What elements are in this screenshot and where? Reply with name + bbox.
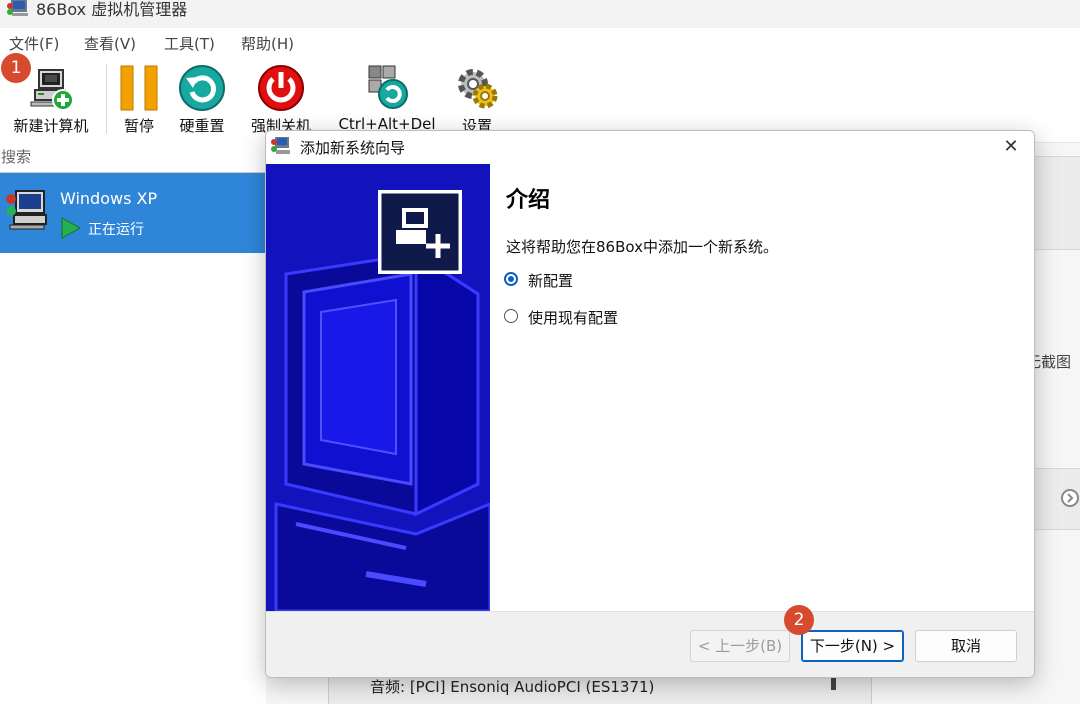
ctrl-alt-del-icon — [368, 65, 408, 109]
menu-file[interactable]: 文件(F) — [9, 33, 59, 54]
pause-icon — [120, 65, 158, 111]
dialog-titlebar: 添加新系统向导 ✕ — [266, 131, 1034, 163]
new-system-wizard-dialog: 添加新系统向导 ✕ 介绍 这将帮助您在86Box中添加一个新系统。 新配置 使用… — [265, 130, 1035, 678]
vm-manager-icon — [271, 137, 290, 154]
option-new-config-label: 新配置 — [528, 272, 574, 290]
cancel-button[interactable]: 取消 — [915, 630, 1017, 662]
window-title: 86Box 虚拟机管理器 — [36, 0, 188, 19]
wizard-heading: 介绍 — [506, 188, 551, 213]
back-button[interactable]: < 上一步(B) — [690, 630, 790, 662]
wizard-computer-illustration — [266, 164, 490, 611]
option-existing-config-label: 使用现有配置 — [528, 309, 619, 327]
dialog-footer: < 上一步(B) 下一步(N) > 取消 — [266, 611, 1034, 677]
vm-manager-icon — [7, 0, 28, 16]
vm-status: 正在运行 — [88, 222, 144, 238]
play-icon — [61, 217, 81, 239]
wizard-content: 介绍 这将帮助您在86Box中添加一个新系统。 新配置 使用现有配置 — [490, 164, 1034, 611]
vm-name: Windows XP — [60, 189, 158, 208]
toolbar-separator — [106, 64, 107, 134]
close-icon[interactable]: ✕ — [996, 133, 1026, 161]
dialog-title: 添加新系统向导 — [300, 139, 406, 157]
hard-reset-button[interactable]: 硬重置 — [170, 56, 234, 142]
power-icon — [258, 65, 304, 111]
hard-reset-label: 硬重置 — [179, 117, 225, 135]
radio-new-config[interactable] — [504, 272, 518, 286]
gear-icon — [458, 69, 498, 109]
menu-tools[interactable]: 工具(T) — [164, 33, 215, 54]
search-bar — [0, 142, 266, 173]
menu-view[interactable]: 查看(V) — [84, 33, 136, 54]
search-input[interactable] — [0, 145, 261, 169]
vm-computer-icon — [6, 190, 47, 230]
menu-bar: 文件(F) 查看(V) 工具(T) 帮助(H) — [0, 28, 1080, 56]
vm-list-item[interactable]: Windows XP 正在运行 — [0, 173, 266, 253]
reset-icon — [179, 65, 225, 111]
next-button[interactable]: 下一步(N) > — [801, 630, 904, 662]
radio-existing-config[interactable] — [504, 309, 518, 323]
menu-help[interactable]: 帮助(H) — [241, 33, 294, 54]
wizard-description: 这将帮助您在86Box中添加一个新系统。 — [506, 238, 778, 256]
pause-button[interactable]: 暂停 — [112, 56, 166, 142]
computer-add-icon — [30, 69, 74, 111]
vm-list: Windows XP 正在运行 — [0, 173, 266, 704]
new-vm-label: 新建计算机 — [13, 117, 89, 135]
wizard-banner — [266, 164, 490, 611]
pause-label: 暂停 — [123, 117, 154, 135]
chevron-right-icon[interactable] — [1060, 488, 1080, 508]
step-callout-2: 2 — [784, 605, 814, 635]
audio-device-text: 音频: [PCI] Ensoniq AudioPCI (ES1371) — [370, 678, 655, 696]
step-callout-1: 1 — [1, 53, 31, 83]
